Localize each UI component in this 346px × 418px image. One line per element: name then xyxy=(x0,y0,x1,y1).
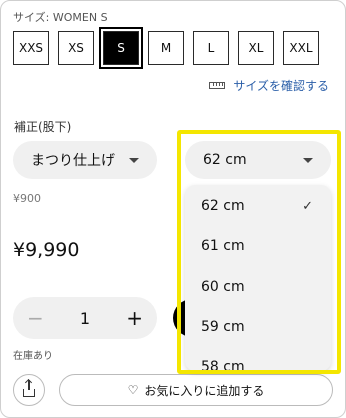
length-option[interactable]: 59 cm xyxy=(185,307,331,347)
quantity-value: 1 xyxy=(79,308,91,328)
hem-select[interactable]: まつり仕上げ xyxy=(13,141,157,179)
product-price: ¥9,990 xyxy=(13,239,80,261)
length-select[interactable]: 62 cm xyxy=(185,141,331,179)
length-option[interactable]: 62 cm ✓ xyxy=(185,186,331,226)
check-icon: ✓ xyxy=(302,198,313,214)
size-option-xxs[interactable]: XXS xyxy=(13,31,49,65)
share-icon xyxy=(23,379,35,397)
size-option-xxl[interactable]: XXL xyxy=(283,31,319,65)
hem-label: 補正(股下) xyxy=(14,120,72,134)
size-option-xl[interactable]: XL xyxy=(238,31,274,65)
share-button[interactable] xyxy=(13,374,45,406)
size-option-xs[interactable]: XS xyxy=(58,31,94,65)
heart-icon: ♡ xyxy=(127,383,139,397)
add-to-favorites-button[interactable]: ♡ お気に入りに追加する xyxy=(59,374,333,406)
length-option-label: 59 cm xyxy=(201,319,245,335)
ruler-icon xyxy=(209,82,226,89)
size-guide-link[interactable]: サイズを確認する xyxy=(209,77,329,94)
size-guide-label: サイズを確認する xyxy=(233,79,329,93)
chevron-down-icon xyxy=(129,157,139,163)
length-dropdown: 62 cm ✓ 61 cm 60 cm 59 cm 58 cm xyxy=(185,185,331,371)
increase-button[interactable]: + xyxy=(126,306,143,330)
length-option[interactable]: 58 cm xyxy=(185,347,331,371)
favorites-label: お気に入りに追加する xyxy=(144,383,265,398)
hem-select-value: まつり仕上げ xyxy=(31,153,115,169)
length-option[interactable]: 60 cm xyxy=(185,267,331,307)
product-panel: サイズ: WOMEN S XXS XS S M L XL XXL サイズを確認す… xyxy=(0,0,346,418)
size-options: XXS XS S M L XL XXL xyxy=(13,27,319,69)
decrease-button[interactable]: − xyxy=(27,306,44,330)
size-option-m[interactable]: M xyxy=(148,31,184,65)
size-option-l[interactable]: L xyxy=(193,31,229,65)
chevron-down-icon xyxy=(303,157,313,163)
size-label: サイズ: WOMEN S xyxy=(13,11,108,24)
length-option[interactable]: 61 cm xyxy=(185,226,331,266)
hem-price: ¥900 xyxy=(13,192,41,205)
size-option-s[interactable]: S xyxy=(99,27,143,69)
length-select-value: 62 cm xyxy=(203,152,247,168)
length-option-label: 62 cm xyxy=(201,198,245,214)
stock-status: 在庫あり xyxy=(13,351,53,362)
length-option-label: 58 cm xyxy=(201,359,245,371)
length-option-label: 60 cm xyxy=(201,279,245,295)
quantity-stepper: − 1 + xyxy=(13,297,157,339)
length-option-label: 61 cm xyxy=(201,238,245,254)
